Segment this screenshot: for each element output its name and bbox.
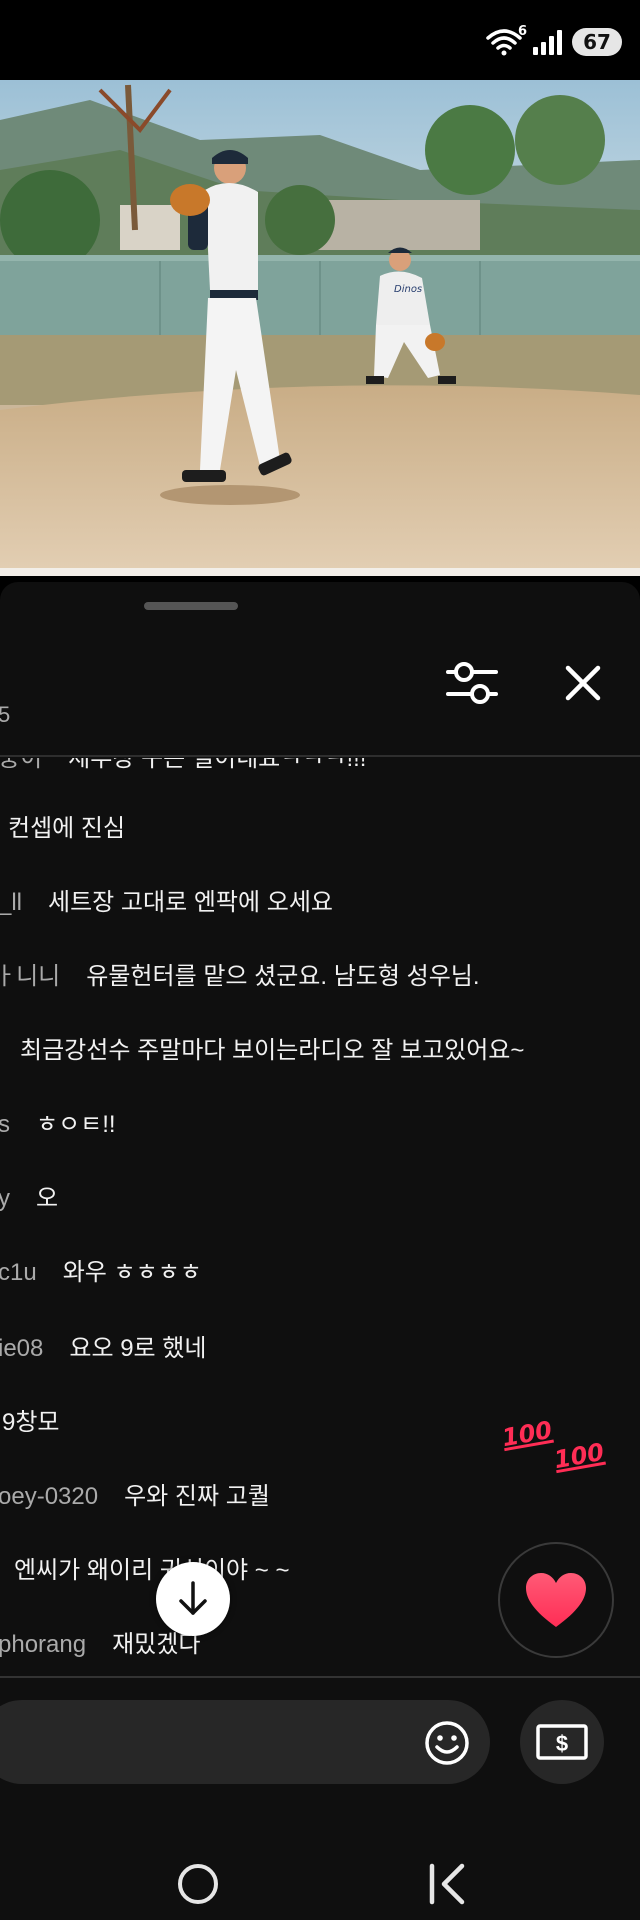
header-divider (0, 755, 640, 757)
svg-text:Dinos: Dinos (394, 284, 422, 295)
chat-message: oey-0320 우와 진짜 고퀄 (0, 1482, 270, 1512)
chat-message: _ll 세트장 고대로 엔팍에 오세요 (0, 888, 333, 918)
message-text: 세트장 고대로 엔팍에 오세요 (48, 889, 333, 916)
message-text: 최금강선수 주말마다 보이는라디오 잘 보고있어요~ (20, 1037, 525, 1064)
input-divider (0, 1676, 640, 1678)
drag-handle[interactable] (144, 602, 238, 610)
message-text: 우와 진짜 고퀄 (124, 1483, 270, 1510)
scroll-to-bottom-button[interactable] (156, 1562, 230, 1636)
wifi-label: 6 (517, 24, 527, 39)
message-text: 엔씨가 왜이리 귀신이야 ~ ~ (14, 1557, 290, 1584)
chat-message: c1u 와우 ㅎㅎㅎㅎ (0, 1258, 202, 1288)
chat-message: phorang 재밌겠다 (0, 1630, 200, 1660)
chat-message: ie08 요오 9로 했네 (0, 1334, 206, 1364)
reaction-button[interactable] (498, 1542, 614, 1658)
chat-message: ㅏ니니 유물헌터를 맡으 셨군요. 남도형 성우님. (0, 962, 480, 992)
dollar-bill-icon: $ (536, 1724, 588, 1760)
message-author[interactable]: ie08 (0, 1335, 43, 1362)
system-nav-bar (0, 1800, 640, 1920)
home-icon[interactable] (178, 1864, 218, 1904)
smiley-icon[interactable] (424, 1720, 470, 1766)
chat-message: 최금강선수 주말마다 보이는라디오 잘 보고있어요~ (20, 1036, 524, 1066)
message-author[interactable]: oey-0320 (0, 1483, 98, 1510)
message-text: 와우 ㅎㅎㅎㅎ (62, 1259, 202, 1286)
message-text: 세부장 구든 밀이네요ㅋㅋㅋ!!! (68, 758, 367, 772)
chat-message: y오 (0, 1184, 58, 1214)
chat-message: 컨셉에 진심 (8, 814, 125, 844)
wifi-icon: 6 (485, 24, 527, 56)
close-icon[interactable] (560, 660, 606, 706)
chat-message: 9창모 (2, 1408, 60, 1438)
battery-indicator: 67 (572, 28, 622, 56)
message-author[interactable]: phorang (0, 1631, 86, 1658)
message-author[interactable]: _ll (0, 889, 22, 916)
message-text: 컨셉에 진심 (8, 815, 126, 842)
svg-text:$: $ (556, 1731, 568, 1756)
chat-message: 엔씨가 왜이리 귀신이야 ~ ~ (14, 1556, 290, 1586)
message-author[interactable]: s (0, 1111, 10, 1138)
super-chat-button[interactable]: $ (520, 1700, 604, 1784)
chat-message-list[interactable]: 중이 세부장 구든 밀이네요ㅋㅋㅋ!!! 컨셉에 진심 _ll 세트장 고대로 엔팍… (0, 758, 640, 1676)
sliders-icon[interactable] (446, 658, 498, 708)
heart-icon (526, 1573, 586, 1627)
message-text: 요오 9로 했네 (69, 1335, 207, 1362)
signal-icon (533, 29, 562, 55)
chat-message: 중이 세부장 구든 밀이네요ㅋㅋㅋ!!! (0, 758, 366, 774)
back-icon[interactable] (428, 1862, 468, 1906)
arrow-down-icon (179, 1581, 207, 1615)
message-author[interactable]: 중이 (0, 758, 42, 772)
chat-message-input[interactable] (0, 1700, 490, 1784)
message-author[interactable]: c1u (0, 1259, 37, 1286)
video-player[interactable]: Dinos (0, 80, 640, 576)
chat-message: s ㅎㅇㅌ!! (0, 1110, 116, 1140)
message-author[interactable]: ㅏ니니 (0, 963, 60, 990)
message-text: 오 (36, 1185, 59, 1212)
status-icons: 6 67 (485, 24, 622, 56)
message-text: ㅎㅇㅌ!! (36, 1111, 116, 1138)
message-text: 유물헌터를 맡으 셨군요. 남도형 성우님. (86, 963, 480, 990)
header-count: 5 (0, 702, 11, 727)
message-text: 9창모 (2, 1409, 60, 1436)
message-author[interactable]: y (0, 1185, 10, 1212)
status-bar: 6 67 (0, 0, 640, 80)
